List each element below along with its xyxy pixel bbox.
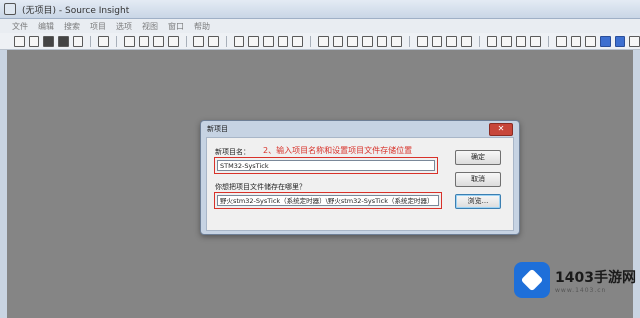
window-titlebar: (无项目) - Source Insight [0,0,640,19]
app-icon [4,3,16,15]
cube-icon [520,268,544,292]
split-window-icon[interactable] [515,35,527,47]
cancel-button[interactable]: 取消 [455,172,501,187]
replace-icon[interactable] [277,35,289,47]
dialog-title: 新项目 [207,125,228,133]
project-window-icon[interactable] [501,35,512,47]
save-icon[interactable] [43,35,54,47]
menu-edit[interactable]: 编辑 [38,21,54,32]
active-view-icon[interactable] [600,35,611,47]
close-file-icon[interactable] [72,35,84,47]
relation-window-icon[interactable] [446,35,457,47]
window-title: (无项目) - Source Insight [22,5,130,16]
new-file-icon[interactable] [14,35,25,47]
dialog-body: 新项目名： 2、输入项目名称和设置项目文件存储位置 STM32-SysTick … [206,137,514,231]
jump-icon[interactable] [391,35,402,47]
sync-icon[interactable] [614,35,626,47]
tile-window-icon[interactable] [530,35,542,47]
menu-help[interactable]: 帮助 [194,21,210,32]
back-arrow-icon[interactable] [347,35,358,47]
undo-icon[interactable] [193,35,205,47]
bookmark-icon[interactable] [376,35,388,47]
menu-window[interactable]: 窗口 [168,21,184,32]
menu-file[interactable]: 文件 [12,21,28,32]
print-icon[interactable] [98,35,109,47]
outdent-icon[interactable] [332,35,344,47]
cascade-icon[interactable] [570,35,582,47]
menu-project[interactable]: 项目 [90,21,106,32]
toolbar-separator [185,35,187,47]
name-highlight-box [214,157,438,174]
toolbar-separator [548,35,550,47]
paste-icon[interactable] [153,35,164,47]
open-file-icon[interactable] [28,35,40,47]
find-next-icon[interactable] [248,35,260,47]
options-icon[interactable] [629,35,640,47]
layout-icon[interactable] [486,35,498,47]
toolbar-separator [115,35,117,47]
close-icon[interactable]: ✕ [489,123,513,136]
menubar: 文件 编辑 搜索 项目 选项 视图 窗口 帮助 [0,19,640,33]
location-label: 你想把项目文件储存在哪里？ [215,183,306,191]
save-all-icon[interactable] [57,35,69,47]
ok-button[interactable]: 确定 [455,150,501,165]
annotation-text: 2、输入项目名称和设置项目文件存储位置 [263,146,413,155]
find-prev-icon[interactable] [263,35,274,47]
browse-button[interactable]: 浏览... [455,194,501,209]
wand-icon[interactable] [556,35,567,47]
watermark-text: 1403手游网 www.1403.cn [555,267,636,294]
toolbar-separator [310,35,311,47]
watermark-brand: 1403手游网 [555,269,636,286]
new-project-dialog: 新项目 ✕ 新项目名： 2、输入项目名称和设置项目文件存储位置 STM32-Sy… [200,120,520,235]
redo-icon[interactable] [208,35,219,47]
indent-icon[interactable] [318,35,329,47]
toolbar-separator [225,35,227,47]
lookup-icon[interactable] [460,35,472,47]
copy-icon[interactable] [138,35,150,47]
help-icon[interactable] [585,35,597,47]
location-highlight-box [214,192,442,209]
delete-icon[interactable] [167,35,179,47]
find-icon[interactable] [233,35,245,47]
frame-left-border [0,50,7,318]
watermark-url: www.1403.cn [555,286,607,294]
toolbar-separator [90,35,92,47]
project-name-label: 新项目名： [215,148,250,156]
context-window-icon[interactable] [431,35,443,47]
menu-search[interactable]: 搜索 [64,21,80,32]
forward-arrow-icon[interactable] [361,35,373,47]
toolbar-separator [478,35,480,47]
menu-view[interactable]: 视图 [142,21,158,32]
toolbar-separator [408,35,410,47]
site-watermark: 1403手游网 www.1403.cn [514,256,636,304]
toolbar [0,33,640,50]
search-files-icon[interactable] [292,35,304,47]
symbol-window-icon[interactable] [416,35,428,47]
watermark-logo-icon [514,262,550,298]
menu-options[interactable]: 选项 [116,21,132,32]
cut-icon[interactable] [123,35,135,47]
